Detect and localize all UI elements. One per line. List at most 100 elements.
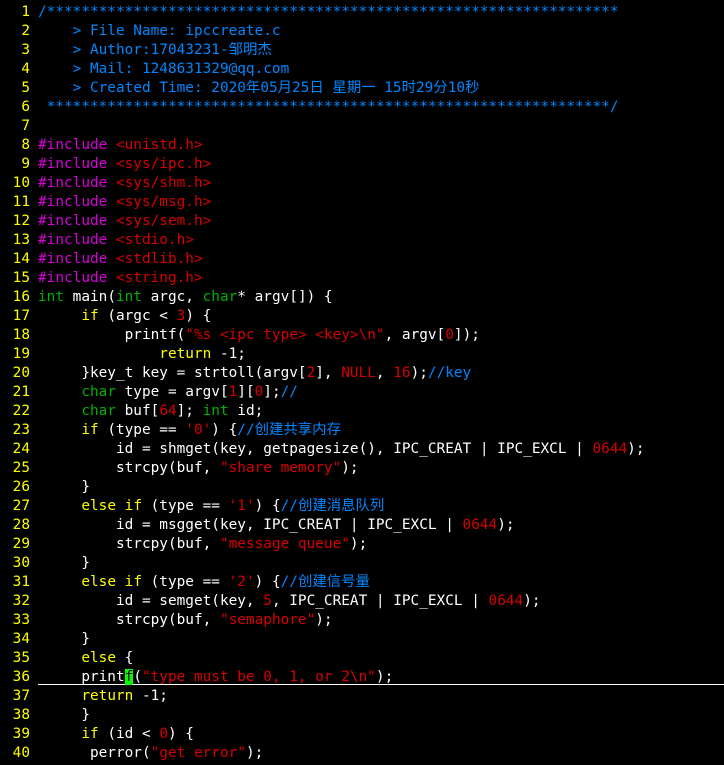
code-text[interactable]: #include <unistd.h> — [38, 137, 203, 153]
code-text[interactable]: } — [38, 555, 90, 571]
code-text[interactable]: > Created Time: 2020年05月25日 星期一 15时29分10… — [38, 80, 480, 96]
code-text[interactable]: #include <sys/shm.h> — [38, 175, 211, 191]
code-token: '0' — [185, 422, 212, 438]
code-text[interactable]: } — [38, 631, 90, 647]
code-text[interactable]: ****************************************… — [38, 99, 619, 115]
code-line[interactable]: 30 } — [0, 554, 90, 573]
code-line[interactable]: 1 /**************************************… — [0, 3, 618, 22]
code-text[interactable]: /***************************************… — [38, 4, 618, 20]
code-line[interactable]: 24 id = shmget(key, getpagesize(), IPC_C… — [0, 440, 645, 459]
code-text[interactable]: }key_t key = strtoll(argv[2], NULL, 16);… — [38, 365, 471, 381]
code-text[interactable]: printf("%s <ipc type> <key>\n", argv[0])… — [38, 327, 480, 343]
code-line[interactable]: 36 printf("type must be 0, 1, or 2\n"); — [0, 668, 393, 687]
code-line[interactable]: 11 #include <sys/msg.h> — [0, 193, 212, 212]
code-token: else — [81, 498, 116, 514]
code-token: if — [124, 574, 142, 590]
code-line[interactable]: 21 char type = argv[1][0];// — [0, 383, 298, 402]
code-line[interactable]: 34 } — [0, 630, 90, 649]
code-line[interactable]: 40 perror("get error"); — [0, 744, 264, 763]
code-token: strcpy(buf, — [38, 460, 220, 476]
code-text[interactable]: } — [38, 707, 90, 723]
code-line[interactable]: 18 printf("%s <ipc type> <key>\n", argv[… — [0, 326, 480, 345]
code-line[interactable]: 26 } — [0, 478, 90, 497]
code-text[interactable]: id = shmget(key, getpagesize(), IPC_CREA… — [38, 441, 645, 457]
code-line[interactable]: 4 > Mail: 1248631329@qq.com — [0, 60, 289, 79]
code-line[interactable]: 17 if (argc < 3) { — [0, 307, 212, 326]
code-text[interactable]: else { — [38, 650, 133, 666]
code-text[interactable]: #include <sys/msg.h> — [38, 194, 211, 210]
code-text[interactable]: return -1; — [38, 346, 246, 362]
code-line[interactable]: 8 #include <unistd.h> — [0, 136, 203, 155]
code-line[interactable]: 27 else if (type == '1') {//创建消息队列 — [0, 497, 385, 516]
code-line[interactable]: 12 #include <sys/sem.h> — [0, 212, 212, 231]
code-line[interactable]: 5 > Created Time: 2020年05月25日 星期一 15时29分… — [0, 79, 479, 98]
code-text[interactable]: int main(int argc, char* argv[]) { — [38, 289, 333, 305]
code-text[interactable]: #include <sys/ipc.h> — [38, 156, 211, 172]
code-text[interactable]: #include <sys/sem.h> — [38, 213, 211, 229]
code-line[interactable]: 14 #include <stdlib.h> — [0, 250, 203, 269]
code-text[interactable]: id = semget(key, 5, IPC_CREAT | IPC_EXCL… — [38, 593, 541, 609]
code-token: #include — [38, 137, 116, 153]
code-text[interactable]: char type = argv[1][0];// — [38, 384, 298, 400]
code-token: int — [115, 289, 142, 305]
code-text[interactable]: > File Name: ipccreate.c — [38, 23, 281, 39]
code-token: , argv[ — [384, 327, 446, 343]
code-text[interactable]: #include <stdlib.h> — [38, 251, 203, 267]
code-line[interactable]: 20 }key_t key = strtoll(argv[2], NULL, 1… — [0, 364, 472, 383]
code-token: (type == — [141, 498, 229, 514]
code-text[interactable]: strcpy(buf, "message queue"); — [38, 536, 367, 552]
code-token: if — [124, 498, 142, 514]
code-line[interactable]: 6 **************************************… — [0, 98, 618, 117]
code-token: #include — [38, 194, 116, 210]
code-text[interactable]: else if (type == '1') {//创建消息队列 — [38, 498, 384, 514]
code-line[interactable]: 39 if (id < 0) { — [0, 725, 194, 744]
code-line[interactable]: 32 id = semget(key, 5, IPC_CREAT | IPC_E… — [0, 592, 541, 611]
code-line[interactable]: 7 — [0, 117, 38, 136]
code-text[interactable]: } — [38, 479, 90, 495]
code-line[interactable]: 9 #include <sys/ipc.h> — [0, 155, 211, 174]
code-token: //key — [427, 365, 472, 381]
code-text[interactable]: #include <stdio.h> — [38, 232, 194, 248]
code-line[interactable]: 3 > Author:17043231-邹明杰 — [0, 41, 272, 60]
code-text[interactable]: > Author:17043231-邹明杰 — [38, 42, 272, 58]
code-line[interactable]: 15 #include <string.h> — [0, 269, 203, 288]
code-token: print — [38, 669, 125, 685]
line-number: 38 — [12, 707, 30, 723]
code-text[interactable]: strcpy(buf, "share memory"); — [38, 460, 359, 476]
code-line[interactable]: 16 int main(int argc, char* argv[]) { — [0, 288, 333, 307]
code-line[interactable]: 37 return -1; — [0, 687, 168, 706]
code-text[interactable]: if (id < 0) { — [38, 726, 194, 742]
code-line[interactable]: 38 } — [0, 706, 90, 725]
code-line[interactable]: 35 else { — [0, 649, 134, 668]
code-text[interactable]: else if (type == '2') {//创建信号量 — [38, 574, 370, 590]
code-line[interactable]: 25 strcpy(buf, "share memory"); — [0, 459, 359, 478]
code-text[interactable]: strcpy(buf, "semaphore"); — [38, 612, 333, 628]
code-text[interactable]: #include <string.h> — [38, 270, 203, 286]
code-line[interactable]: 29 strcpy(buf, "message queue"); — [0, 535, 368, 554]
code-text[interactable]: if (argc < 3) { — [38, 308, 211, 324]
code-text[interactable]: return -1; — [38, 688, 168, 704]
code-line[interactable]: 23 if (type == '0') {//创建共享内存 — [0, 421, 341, 440]
code-text[interactable]: if (type == '0') {//创建共享内存 — [38, 422, 341, 438]
code-text[interactable]: id = msgget(key, IPC_CREAT | IPC_EXCL | … — [38, 517, 515, 533]
code-line[interactable]: 13 #include <stdio.h> — [0, 231, 194, 250]
code-line[interactable]: 31 else if (type == '2') {//创建信号量 — [0, 573, 370, 592]
code-text[interactable]: > Mail: 1248631329@qq.com — [38, 61, 290, 77]
line-number: 14 — [12, 251, 30, 267]
code-text[interactable]: perror("get error"); — [38, 745, 263, 761]
code-text[interactable]: printf("type must be 0, 1, or 2\n"); — [38, 669, 393, 685]
code-line[interactable]: 28 id = msgget(key, IPC_CREAT | IPC_EXCL… — [0, 516, 515, 535]
code-line[interactable]: 19 return -1; — [0, 345, 246, 364]
code-text[interactable]: char buf[64]; int id; — [38, 403, 263, 419]
code-line[interactable]: 2 > File Name: ipccreate.c — [0, 22, 281, 41]
code-token: #include — [38, 270, 116, 286]
code-token: id = msgget(key, IPC_CREAT | IPC_EXCL | — [38, 517, 463, 533]
code-line[interactable]: 33 strcpy(buf, "semaphore"); — [0, 611, 333, 630]
line-number: 18 — [12, 327, 30, 343]
line-number: 3 — [21, 42, 30, 58]
code-line[interactable]: 22 char buf[64]; int id; — [0, 402, 264, 421]
code-line[interactable]: 10 #include <sys/shm.h> — [0, 174, 212, 193]
code-editor[interactable]: 1 /**************************************… — [0, 0, 724, 765]
code-token: id = semget(key, — [38, 593, 264, 609]
